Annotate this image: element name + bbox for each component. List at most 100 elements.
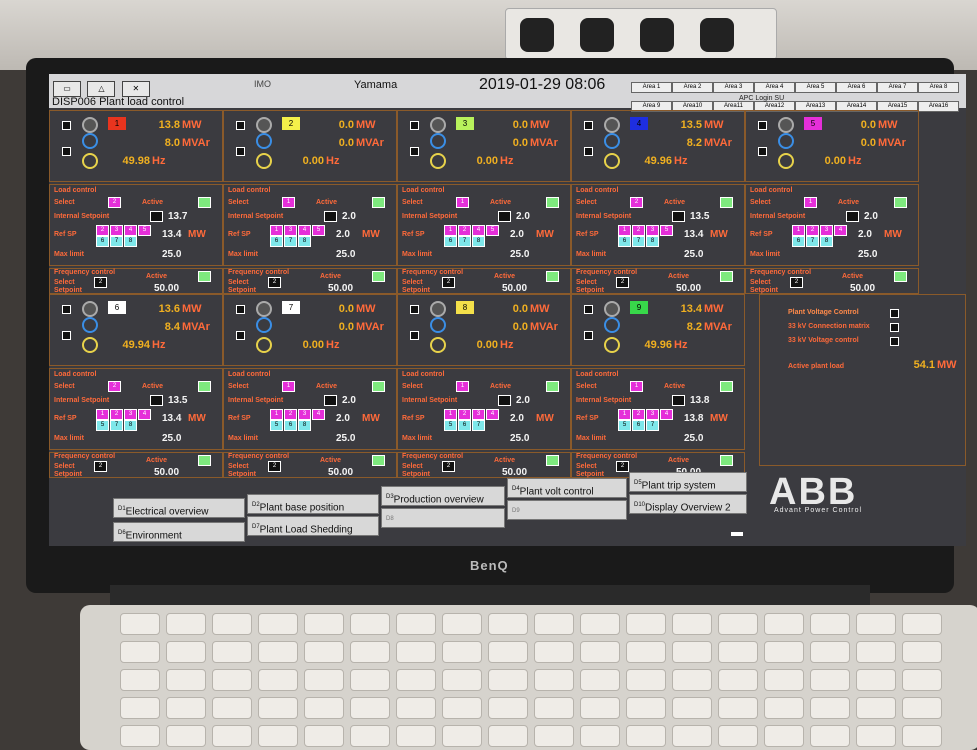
display-overview-2-button[interactable]: D10Display Overview 2 xyxy=(629,494,747,514)
setpoint-digit-button[interactable]: 8 xyxy=(646,236,659,247)
setpoint-digit-button[interactable]: 5 xyxy=(138,225,151,236)
setpoint-digit-button[interactable]: 2 xyxy=(632,225,645,236)
keyboard-key[interactable] xyxy=(718,613,758,635)
setpoint-digit-button[interactable]: 2 xyxy=(458,225,471,236)
d8-button[interactable]: D8 xyxy=(381,508,505,528)
keyboard-key[interactable] xyxy=(396,725,436,747)
keyboard-key[interactable] xyxy=(856,641,896,663)
keyboard-key[interactable] xyxy=(258,641,298,663)
setpoint-digit-button[interactable]: 6 xyxy=(632,420,645,431)
keyboard-key[interactable] xyxy=(580,613,620,635)
setpoint-digit-button[interactable]: 1 xyxy=(444,225,457,236)
internal-sp-box[interactable] xyxy=(150,395,163,406)
keyboard-key[interactable] xyxy=(166,725,206,747)
keyboard-key[interactable] xyxy=(764,669,804,691)
setpoint-digit-button[interactable]: 7 xyxy=(632,236,645,247)
close-icon[interactable]: ✕ xyxy=(121,81,150,97)
load-select-box[interactable]: 2 xyxy=(630,197,643,208)
keyboard-key[interactable] xyxy=(120,697,160,719)
keyboard-key[interactable] xyxy=(580,641,620,663)
keyboard-key[interactable] xyxy=(258,613,298,635)
freq-select-box[interactable]: 2 xyxy=(94,277,107,288)
keyboard-key[interactable] xyxy=(350,725,390,747)
area-button[interactable]: Area 1 xyxy=(631,82,672,93)
plant-trip-system-button[interactable]: D5Plant trip system xyxy=(629,472,747,492)
setpoint-digit-button[interactable]: 5 xyxy=(270,420,283,431)
keyboard-key[interactable] xyxy=(856,669,896,691)
keyboard-key[interactable] xyxy=(350,697,390,719)
breaker-toggle[interactable] xyxy=(410,331,419,340)
keyboard-key[interactable] xyxy=(856,697,896,719)
keyboard-key[interactable] xyxy=(810,725,850,747)
keyboard-key[interactable] xyxy=(626,725,666,747)
breaker-toggle[interactable] xyxy=(62,147,71,156)
setpoint-digit-button[interactable]: 1 xyxy=(270,409,283,420)
setpoint-digit-button[interactable]: 2 xyxy=(632,409,645,420)
setpoint-digit-button[interactable]: 3 xyxy=(646,409,659,420)
keyboard-key[interactable] xyxy=(442,613,482,635)
keyboard-key[interactable] xyxy=(534,669,574,691)
setpoint-digit-button[interactable]: 3 xyxy=(110,225,123,236)
breaker-toggle[interactable] xyxy=(584,121,593,130)
internal-sp-box[interactable] xyxy=(846,211,859,222)
keyboard-key[interactable] xyxy=(902,669,942,691)
setpoint-digit-button[interactable]: 4 xyxy=(312,409,325,420)
load-select-box[interactable]: 1 xyxy=(804,197,817,208)
setpoint-digit-button[interactable]: 8 xyxy=(298,420,311,431)
keyboard-key[interactable] xyxy=(902,697,942,719)
keyboard-key[interactable] xyxy=(672,669,712,691)
keyboard-key[interactable] xyxy=(488,697,528,719)
setpoint-digit-button[interactable]: 6 xyxy=(96,236,109,247)
electrical-overview-button[interactable]: D1Electrical overview xyxy=(113,498,245,518)
keyboard-key[interactable] xyxy=(304,669,344,691)
keyboard-key[interactable] xyxy=(212,669,252,691)
keyboard-key[interactable] xyxy=(718,697,758,719)
keyboard-key[interactable] xyxy=(626,613,666,635)
setpoint-digit-button[interactable]: 1 xyxy=(618,409,631,420)
keyboard-key[interactable] xyxy=(304,641,344,663)
keyboard-key[interactable] xyxy=(580,669,620,691)
setpoint-digit-button[interactable]: 7 xyxy=(284,236,297,247)
keyboard-key[interactable] xyxy=(396,613,436,635)
breaker-toggle[interactable] xyxy=(62,121,71,130)
setpoint-digit-button[interactable]: 6 xyxy=(284,420,297,431)
setpoint-digit-button[interactable]: 5 xyxy=(486,225,499,236)
setpoint-digit-button[interactable]: 6 xyxy=(444,236,457,247)
keyboard-key[interactable] xyxy=(304,697,344,719)
setpoint-digit-button[interactable]: 1 xyxy=(270,225,283,236)
breaker-toggle[interactable] xyxy=(758,121,767,130)
keyboard-key[interactable] xyxy=(350,613,390,635)
setpoint-digit-button[interactable]: 5 xyxy=(312,225,325,236)
freq-select-box[interactable]: 2 xyxy=(268,461,281,472)
keyboard-key[interactable] xyxy=(488,641,528,663)
kv33-matrix-checkbox[interactable] xyxy=(890,323,899,332)
internal-sp-box[interactable] xyxy=(324,395,337,406)
load-select-box[interactable]: 1 xyxy=(456,381,469,392)
plant-base-position-button[interactable]: D2Plant base position xyxy=(247,494,379,514)
setpoint-digit-button[interactable]: 1 xyxy=(618,225,631,236)
freq-select-box[interactable]: 2 xyxy=(442,461,455,472)
setpoint-digit-button[interactable]: 5 xyxy=(444,420,457,431)
load-select-box[interactable]: 1 xyxy=(282,197,295,208)
setpoint-digit-button[interactable]: 8 xyxy=(472,236,485,247)
area-button[interactable]: Area16 xyxy=(918,101,959,112)
load-select-box[interactable]: 1 xyxy=(456,197,469,208)
d9-button[interactable]: D9 xyxy=(507,500,627,520)
apc-login[interactable]: APC Login SU xyxy=(739,95,784,102)
plant-load-shedding-button[interactable]: D7Plant Load Shedding xyxy=(247,516,379,536)
keyboard-key[interactable] xyxy=(718,725,758,747)
breaker-toggle[interactable] xyxy=(410,121,419,130)
plant-volt-control-button[interactable]: D4Plant volt control xyxy=(507,478,627,498)
freq-select-box[interactable]: 2 xyxy=(268,277,281,288)
keyboard-key[interactable] xyxy=(442,725,482,747)
breaker-toggle[interactable] xyxy=(584,147,593,156)
area-button[interactable]: Area 5 xyxy=(795,82,836,93)
setpoint-digit-button[interactable]: 3 xyxy=(472,409,485,420)
keyboard-key[interactable] xyxy=(396,669,436,691)
breaker-toggle[interactable] xyxy=(236,147,245,156)
breaker-toggle[interactable] xyxy=(410,147,419,156)
keyboard-key[interactable] xyxy=(764,697,804,719)
setpoint-digit-button[interactable]: 2 xyxy=(284,409,297,420)
keyboard-key[interactable] xyxy=(258,697,298,719)
keyboard-key[interactable] xyxy=(856,725,896,747)
